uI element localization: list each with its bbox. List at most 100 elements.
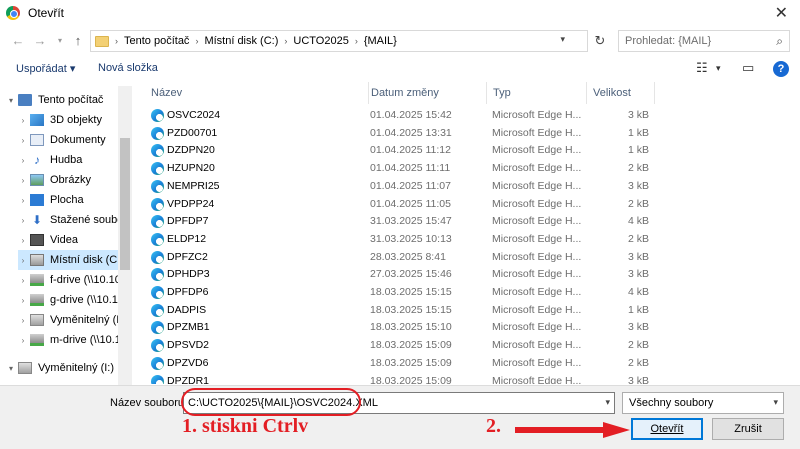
open-button[interactable]: Otevřít — [631, 418, 703, 440]
nav-item-this-pc[interactable]: ▾ Tento počítač — [6, 90, 124, 110]
new-folder-button[interactable]: Nová složka — [98, 62, 158, 74]
column-header-date[interactable]: Datum změny — [365, 82, 487, 104]
file-type: Microsoft Edge H... — [492, 286, 582, 298]
up-arrow-icon[interactable]: ↑ — [70, 32, 86, 50]
table-row[interactable]: DADPIS 18.03.2025 15:15 Microsoft Edge H..… — [145, 302, 655, 320]
nav-item-g-drive[interactable]: › g-drive (\\10.10. — [18, 290, 132, 310]
toolbar: Uspořádat ▾ Nová složka ☷ ▾ ▭ ? — [0, 56, 800, 82]
chevron-down-icon[interactable]: ▾ — [6, 364, 16, 373]
file-size: 3 kB — [627, 109, 649, 121]
breadcrumb-this-pc[interactable]: Tento počítač — [124, 35, 189, 47]
window-title: Otevřít — [28, 5, 65, 20]
breadcrumb-local-disk[interactable]: Místní disk (C:) — [204, 35, 278, 47]
table-row[interactable]: DPHDP3 27.03.2025 15:46 Microsoft Edge H..… — [145, 266, 655, 284]
search-placeholder: Prohledat: {MAIL} — [625, 35, 712, 47]
edge-html-file-icon — [151, 250, 164, 264]
file-date: 18.03.2025 15:10 — [370, 321, 452, 334]
nav-item-f-drive[interactable]: › f-drive (\\10.10.1 — [18, 270, 132, 290]
table-row[interactable]: PZD00701 01.04.2025 13:31 Microsoft Edge H… — [145, 125, 655, 143]
table-row[interactable]: OSVC2024 01.04.2025 15:42 Microsoft Edge H… — [145, 107, 655, 125]
chevron-right-icon[interactable]: › — [18, 176, 28, 185]
table-row[interactable]: DPSVD2 18.03.2025 15:09 Microsoft Edge H..… — [145, 337, 655, 355]
file-size: 3 kB — [627, 321, 649, 334]
back-arrow-icon[interactable]: ← — [10, 32, 26, 50]
nav-item-downloads[interactable]: › ⬇ Stažené soubory — [18, 210, 132, 230]
nav-item-desktop[interactable]: › Plocha — [18, 190, 132, 210]
table-row[interactable]: DPZMB1 18.03.2025 15:10 Microsoft Edge H..… — [145, 319, 655, 337]
chevron-right-icon: › — [354, 36, 358, 46]
nav-item-local-disk[interactable]: › Místní disk (C:) — [18, 250, 118, 270]
chevron-down-icon[interactable]: ▾ — [773, 397, 778, 408]
computer-icon — [18, 94, 32, 106]
chevron-down-icon[interactable]: ▾ — [6, 96, 16, 105]
edge-html-file-icon — [151, 356, 164, 370]
file-size: 2 kB — [627, 232, 649, 245]
chevron-right-icon[interactable]: › — [18, 336, 28, 345]
chevron-down-icon[interactable]: ▾ — [605, 397, 610, 408]
nav-item-removable-drive[interactable]: › Vyměnitelný (I:) — [18, 310, 132, 330]
nav-item-removable-drive-root[interactable]: ▾ Vyměnitelný (I:) — [6, 358, 124, 378]
chevron-down-icon[interactable]: ▾ — [716, 63, 721, 74]
nav-item-3d-objects[interactable]: › 3D objekty — [18, 110, 132, 130]
nav-item-music[interactable]: › ♪ Hudba — [18, 150, 132, 170]
organize-button[interactable]: Uspořádat ▾ — [16, 62, 75, 75]
nav-item-videos[interactable]: › Videa — [18, 230, 132, 250]
view-options-icon[interactable]: ☷ — [696, 60, 708, 76]
chevron-right-icon[interactable]: › — [18, 156, 28, 165]
table-row[interactable]: NEMPRI25 01.04.2025 11:07 Microsoft Edge H… — [145, 178, 655, 196]
chevron-right-icon[interactable]: › — [18, 276, 28, 285]
removable-drive-icon — [30, 314, 44, 326]
chevron-down-icon[interactable]: ▾ — [560, 34, 565, 45]
edge-html-file-icon — [151, 268, 164, 282]
file-name: DPFZC2 — [167, 250, 208, 263]
file-size: 3 kB — [627, 268, 649, 281]
table-row[interactable]: HZUPN20 01.04.2025 11:11 Microsoft Edge H.… — [145, 160, 655, 178]
breadcrumb-mail[interactable]: {MAIL} — [364, 35, 397, 47]
chevron-right-icon[interactable]: › — [18, 296, 28, 305]
chevron-right-icon[interactable]: › — [18, 236, 28, 245]
nav-item-label: Místní disk (C:) — [50, 254, 118, 266]
edge-html-file-icon — [151, 303, 164, 317]
chevron-right-icon[interactable]: › — [18, 116, 28, 125]
column-header-type[interactable]: Typ — [487, 82, 587, 104]
cancel-button[interactable]: Zrušit — [712, 418, 784, 440]
nav-scrollbar[interactable] — [118, 86, 132, 385]
table-row[interactable]: DPFDP6 18.03.2025 15:15 Microsoft Edge H..… — [145, 284, 655, 302]
column-header-size[interactable]: Velikost — [587, 82, 655, 104]
nav-item-documents[interactable]: › Dokumenty — [18, 130, 132, 150]
table-row[interactable]: DPFDP7 31.03.2025 15:47 Microsoft Edge H..… — [145, 213, 655, 231]
table-row[interactable]: VPDPP24 01.04.2025 11:05 Microsoft Edge H.… — [145, 196, 655, 214]
file-type: Microsoft Edge H... — [492, 144, 582, 157]
desktop-icon — [30, 194, 44, 206]
table-row[interactable]: DZDPN20 01.04.2025 11:12 Microsoft Edge H.… — [145, 142, 655, 160]
help-icon[interactable]: ? — [773, 61, 789, 77]
chevron-right-icon[interactable]: › — [18, 316, 28, 325]
search-input[interactable]: Prohledat: {MAIL} ⌕ — [618, 30, 790, 52]
chevron-right-icon[interactable]: › — [18, 196, 28, 205]
file-type-filter-select[interactable]: Všechny soubory ▾ — [622, 392, 784, 414]
table-row[interactable]: DPFZC2 28.03.2025 8:41 Microsoft Edge H...… — [145, 249, 655, 267]
nav-scrollbar-thumb[interactable] — [120, 138, 130, 270]
close-icon[interactable]: ✕ — [775, 3, 788, 23]
preview-pane-icon[interactable]: ▭ — [742, 60, 754, 76]
refresh-icon[interactable]: ↻ — [592, 32, 608, 50]
recent-locations-icon[interactable]: ▾ — [52, 32, 68, 50]
column-header-name[interactable]: Název — [145, 82, 369, 104]
file-name: DPZVD6 — [167, 356, 209, 369]
table-row[interactable]: DPZDR1 18.03.2025 15:09 Microsoft Edge H..… — [145, 373, 655, 384]
chevron-right-icon[interactable]: › — [18, 256, 28, 265]
address-bar[interactable]: › Tento počítač › Místní disk (C:) › UCT… — [90, 30, 588, 52]
file-size: 3 kB — [627, 250, 649, 263]
nav-item-label: Obrázky — [50, 174, 91, 186]
chevron-right-icon[interactable]: › — [18, 136, 28, 145]
chevron-right-icon[interactable]: › — [18, 216, 28, 225]
table-row[interactable]: ELDP12 31.03.2025 10:13 Microsoft Edge H..… — [145, 231, 655, 249]
file-size: 2 kB — [627, 356, 649, 369]
table-row[interactable]: DPZVD6 18.03.2025 15:09 Microsoft Edge H..… — [145, 355, 655, 373]
file-size: 3 kB — [627, 179, 649, 192]
nav-item-m-drive[interactable]: › m-drive (\\10.10 — [18, 330, 132, 350]
forward-arrow-icon[interactable]: → — [32, 32, 48, 50]
file-name: DPSVD2 — [167, 339, 210, 352]
nav-item-pictures[interactable]: › Obrázky — [18, 170, 132, 190]
breadcrumb-ucto2025[interactable]: UCTO2025 — [293, 35, 348, 47]
